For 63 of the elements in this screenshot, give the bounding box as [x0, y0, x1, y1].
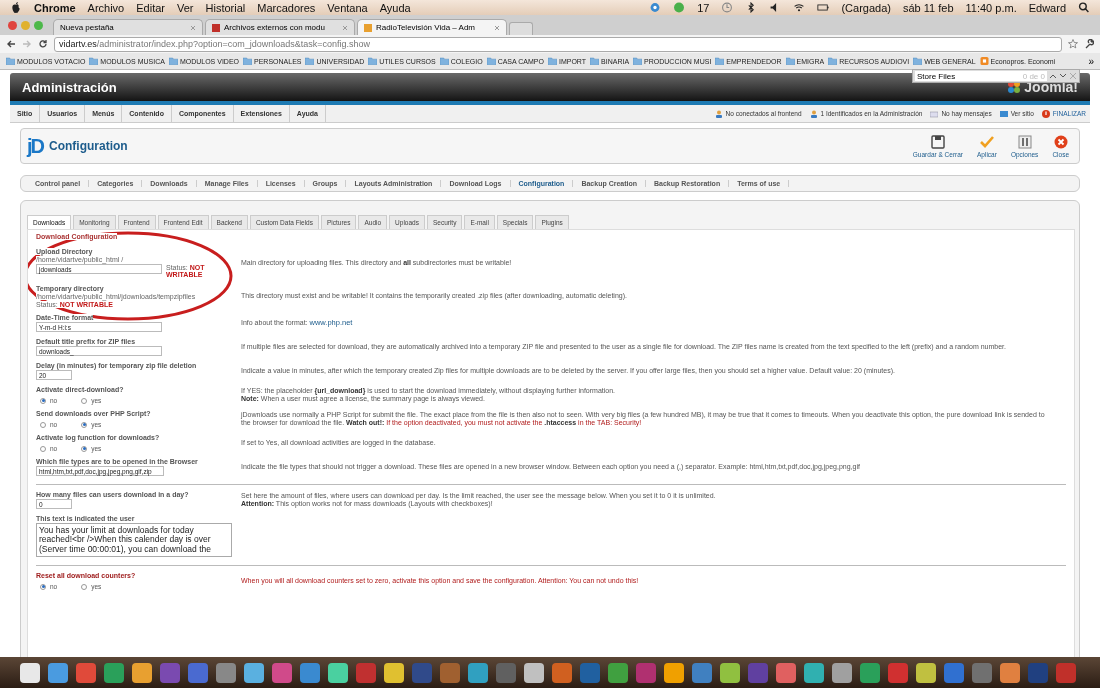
options-icon	[1017, 134, 1032, 149]
logo-text: Joomla!	[1024, 79, 1078, 95]
back-icon[interactable]	[6, 39, 16, 49]
close-tab-icon[interactable]	[494, 24, 500, 31]
envelope-icon	[930, 109, 939, 118]
star-icon[interactable]	[1068, 39, 1078, 49]
reload-icon[interactable]	[38, 39, 48, 49]
text-area[interactable]: You has your limit at downloads for today reached!<br />When this calender day is over (Server time 00:00:01), you can download the	[36, 523, 232, 558]
monitor-icon	[999, 109, 1008, 118]
folder-icon	[547, 57, 557, 65]
wifi-icon[interactable]	[793, 2, 806, 13]
status-text[interactable]: Edward	[1028, 1, 1066, 14]
admin-title: Administración	[22, 79, 117, 95]
address-field[interactable]: vidartv.es/administrator/index.php?option=com_jdownloads&task=config.show	[54, 36, 1062, 52]
folder-icon	[913, 57, 923, 65]
browser-tab[interactable]: Nueva pestaña	[53, 19, 203, 35]
folder-icon	[168, 57, 178, 65]
logout-icon	[1041, 109, 1050, 118]
folder-icon	[785, 57, 795, 65]
user-icon	[714, 109, 723, 118]
favicon-icon	[364, 23, 372, 32]
folder-icon	[368, 57, 378, 65]
wrench-icon[interactable]	[1084, 39, 1094, 49]
folder-icon	[590, 57, 600, 65]
folder-icon	[633, 57, 643, 65]
menu-item[interactable]: Historial	[205, 1, 246, 14]
flower-logo-icon	[1007, 80, 1022, 94]
page-title: Configuration	[49, 139, 128, 153]
blog-icon	[979, 57, 989, 65]
folder-icon	[6, 57, 15, 65]
close-tab-icon[interactable]	[190, 24, 196, 31]
more-bookmarks-button[interactable]: »	[1088, 55, 1096, 67]
folder-icon	[89, 57, 99, 65]
battery-icon[interactable]	[817, 2, 830, 13]
menu-item[interactable]: Marcadores	[257, 1, 316, 14]
jd-logo: jD	[27, 134, 43, 158]
menu-item[interactable]: Ventana	[327, 1, 368, 14]
check-icon	[979, 134, 994, 149]
folder-icon	[305, 57, 315, 65]
menu-item[interactable]: Archivo	[87, 1, 125, 14]
folder-icon	[243, 57, 252, 65]
favicon-icon	[212, 23, 220, 32]
browser-tab[interactable]: Archivos externos con modu	[205, 19, 355, 35]
app-menu[interactable]: Chrome	[34, 1, 76, 14]
folder-icon	[439, 57, 449, 65]
close-tab-icon[interactable]	[342, 24, 348, 31]
folder-icon	[486, 57, 496, 65]
close-window-button[interactable]	[8, 20, 17, 30]
browser-tab[interactable]: RadioTelevisión Vida – Adm	[357, 19, 507, 35]
apple-icon[interactable]	[10, 2, 22, 13]
status-text[interactable]: sáb 11 feb	[902, 1, 954, 14]
close-icon	[1053, 134, 1068, 149]
status-text[interactable]: 17	[697, 1, 710, 14]
user-icon	[809, 109, 818, 118]
folder-icon	[715, 57, 725, 65]
status-text[interactable]: (Cargada)	[841, 1, 891, 14]
folder-icon	[828, 57, 838, 65]
search-icon[interactable]	[1078, 2, 1090, 13]
clock-icon[interactable]	[721, 2, 734, 13]
status-text[interactable]: 11:40 p.m.	[965, 1, 1017, 14]
menu-item[interactable]: Ver	[177, 1, 194, 14]
menu-item[interactable]: Ayuda	[379, 1, 411, 14]
menu-item[interactable]: Editar	[136, 1, 165, 14]
